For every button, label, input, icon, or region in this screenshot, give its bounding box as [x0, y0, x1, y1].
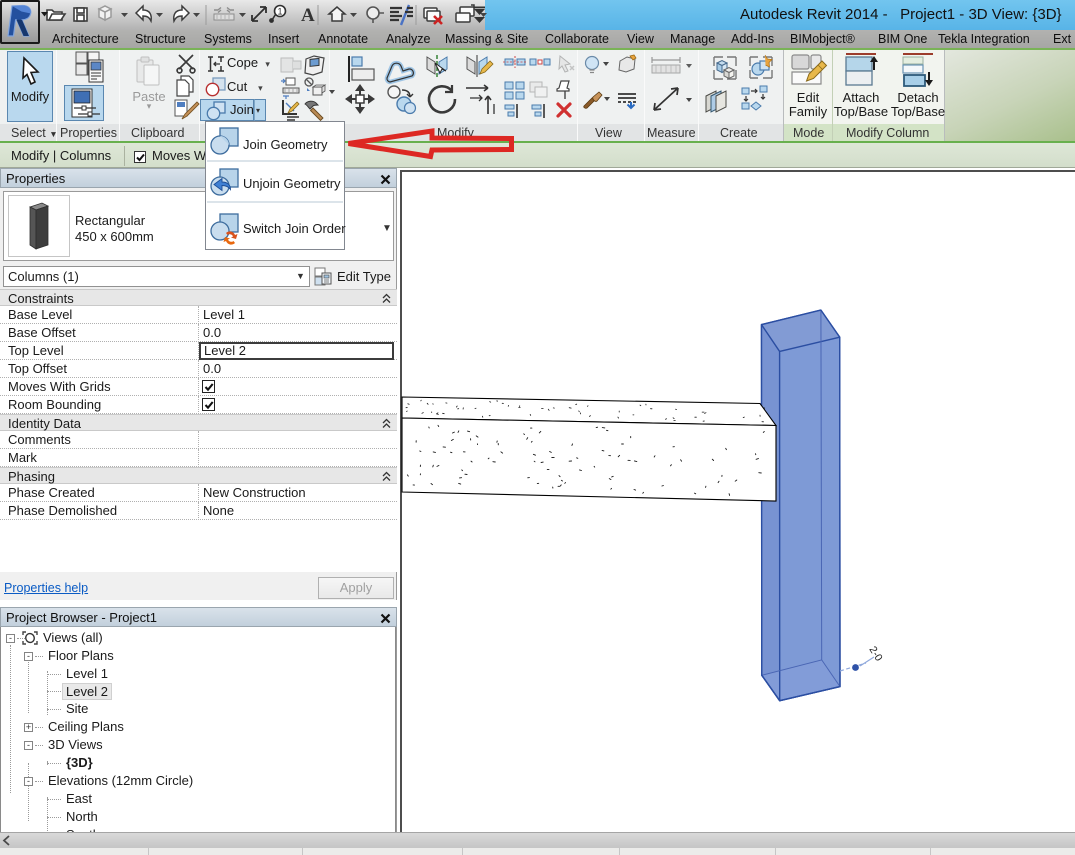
svg-text:A: A [301, 5, 315, 26]
svg-text:1: 1 [277, 7, 282, 17]
